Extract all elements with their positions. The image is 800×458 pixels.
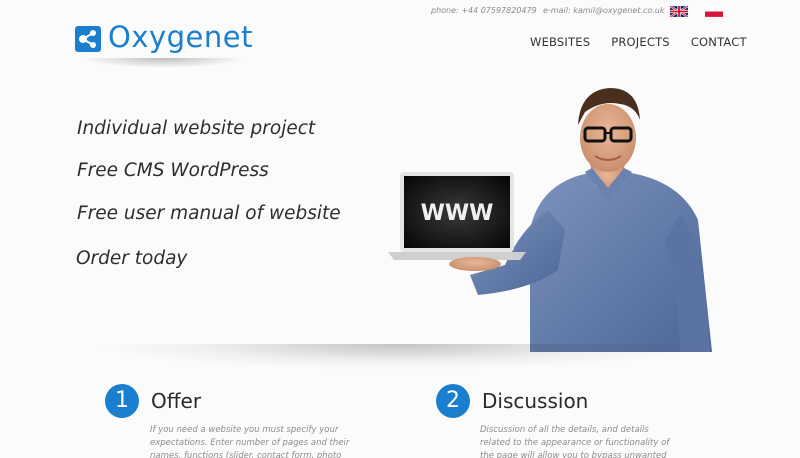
step-1-title: Offer bbox=[151, 389, 202, 413]
main-nav: WEBSITES PROJECTS CONTACT bbox=[530, 35, 768, 49]
email-address[interactable]: e-mail: kamil@oxygenet.co.uk bbox=[543, 6, 665, 15]
top-bar: phone: +44 07597820479 e-mail: kamil@oxy… bbox=[0, 5, 800, 19]
nav-item-contact[interactable]: CONTACT bbox=[691, 35, 747, 49]
uk-flag-icon[interactable] bbox=[670, 6, 688, 17]
site-logo[interactable]: Oxygenet bbox=[75, 20, 253, 70]
hero-line-cms: Free CMS WordPress bbox=[77, 160, 269, 181]
step-2-badge: 2 bbox=[436, 384, 470, 418]
hero-line-project: Individual website project bbox=[77, 118, 316, 139]
poland-flag-icon[interactable] bbox=[705, 6, 723, 17]
step-2-text: Discussion of all the details, and detai… bbox=[480, 425, 670, 458]
hero-illustration: WWW bbox=[388, 88, 712, 352]
step-2-title: Discussion bbox=[482, 389, 589, 413]
molecule-icon bbox=[75, 26, 101, 52]
hero-line-manual: Free user manual of website bbox=[77, 203, 341, 224]
hero-divider-shadow bbox=[95, 344, 705, 370]
laptop-screen-text: WWW bbox=[421, 201, 494, 226]
nav-item-projects[interactable]: PROJECTS bbox=[611, 35, 670, 49]
step-1-text: If you need a website you must specify y… bbox=[150, 425, 350, 458]
step-1-badge: 1 bbox=[105, 384, 139, 418]
logo-text: Oxygenet bbox=[108, 20, 253, 54]
logo-shadow bbox=[81, 58, 246, 68]
nav-item-websites[interactable]: WEBSITES bbox=[530, 35, 590, 49]
phone-number: phone: +44 07597820479 bbox=[431, 6, 537, 15]
hero-line-order[interactable]: Order today bbox=[76, 248, 187, 269]
